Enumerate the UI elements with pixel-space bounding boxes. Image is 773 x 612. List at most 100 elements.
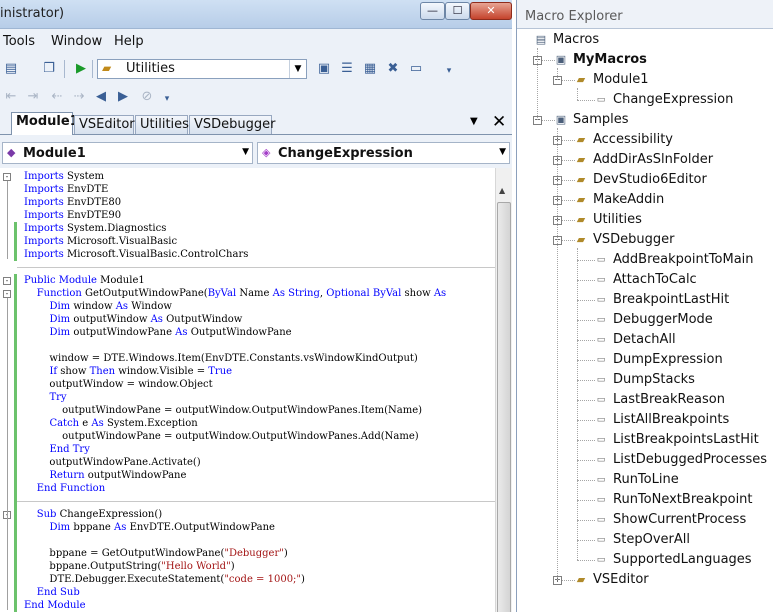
next-bookmark-icon[interactable]: ▶	[114, 88, 132, 106]
run-icon[interactable]: ▶	[72, 60, 90, 78]
tab-vsdebugger[interactable]: VSDebugger	[189, 115, 276, 134]
class-name-combo[interactable]: ◆ Module1 ▼	[2, 142, 253, 164]
code-token: EnvDTE90	[63, 210, 122, 221]
tree-item-attachtocalc[interactable]: ▭ AttachToCalc	[517, 270, 773, 290]
comment-icon[interactable]: ⇠	[48, 88, 66, 106]
code-line: Imports Microsoft.VisualBasic	[24, 235, 177, 248]
method-separator	[17, 267, 495, 268]
code-token: e	[79, 418, 92, 429]
toolbox-icon[interactable]: ✖	[384, 60, 402, 78]
tree-item-adddirasslnfolder[interactable]: + ▰ AddDirAsSlnFolder	[517, 150, 773, 170]
tree-item-makeaddin[interactable]: + ▰ MakeAddin	[517, 190, 773, 210]
tree-item-accessibility[interactable]: + ▰ Accessibility	[517, 130, 773, 150]
tab-utilities[interactable]: Utilities	[135, 115, 189, 134]
tab-vseditor[interactable]: VSEditor	[74, 115, 135, 134]
tab-module1[interactable]: Module1	[11, 112, 79, 135]
code-line: Try	[24, 391, 66, 404]
project-combo[interactable]: ▰ Utilities ▼	[97, 59, 307, 79]
keyword-token: As	[114, 522, 127, 533]
properties-icon[interactable]: ☰	[338, 60, 356, 78]
keyword-token: Imports	[24, 197, 64, 208]
tree-item-label: BreakpointLastHit	[613, 292, 730, 307]
tree-item-addbreakpointtomain[interactable]: ▭ AddBreakpointToMain	[517, 250, 773, 270]
keyword-token: ByVal	[207, 288, 237, 299]
code-editor[interactable]: ---- Imports SystemImports EnvDTEImports…	[0, 168, 495, 612]
chevron-down-icon[interactable]: ▼	[499, 147, 506, 157]
code-line: End Sub	[24, 586, 80, 599]
tree-item-listbreakpointslasthit[interactable]: ▭ ListBreakpointsLastHit	[517, 430, 773, 450]
tree-item-listdebuggedprocesses[interactable]: ▭ ListDebuggedProcesses	[517, 450, 773, 470]
indent-icon[interactable]: ⇥	[24, 88, 42, 106]
command-window-icon[interactable]: ▭	[407, 60, 425, 78]
object-browser-icon[interactable]: ▦	[361, 60, 379, 78]
tree-item-utilities[interactable]: + ▰ Utilities	[517, 210, 773, 230]
tree-item-dumpstacks[interactable]: ▭ DumpStacks	[517, 370, 773, 390]
minimize-button[interactable]: —	[420, 2, 445, 20]
module-icon: ▰	[576, 133, 586, 146]
collapse-region-icon[interactable]: -	[3, 173, 11, 181]
menu-help[interactable]: Help	[114, 34, 144, 49]
tree-item-listallbreakpoints[interactable]: ▭ ListAllBreakpoints	[517, 410, 773, 430]
maximize-button[interactable]: ☐	[445, 2, 470, 20]
tree-item-changeexpression[interactable]: ▭ ChangeExpression	[517, 90, 773, 110]
vertical-scrollbar[interactable]: ▲	[495, 168, 512, 612]
outdent-icon[interactable]: ⇤	[2, 88, 20, 106]
code-token: outputWindowPane	[84, 470, 187, 481]
scrollbar-thumb[interactable]	[497, 202, 511, 612]
chevron-down-icon[interactable]: ▼	[289, 60, 306, 78]
menu-window[interactable]: Window	[51, 34, 102, 49]
code-line: If show Then window.Visible = True	[24, 365, 232, 378]
tree-item-samples[interactable]: − ▣ Samples	[517, 110, 773, 130]
scroll-up-icon[interactable]: ▲	[499, 186, 505, 195]
copy-icon[interactable]: ❐	[40, 60, 58, 78]
chevron-down-icon[interactable]: ▼	[242, 147, 249, 157]
tree-item-devstudio6editor[interactable]: + ▰ DevStudio6Editor	[517, 170, 773, 190]
tree-item-label: SupportedLanguages	[613, 552, 752, 567]
toolbar-overflow-icon[interactable]: ▾	[440, 62, 458, 80]
tree-item-dumpexpression[interactable]: ▭ DumpExpression	[517, 350, 773, 370]
collapse-region-icon[interactable]: -	[3, 277, 11, 285]
code-line: Imports EnvDTE80	[24, 196, 121, 209]
tab-list-dropdown-icon[interactable]: ▼	[470, 116, 478, 127]
tree-item-showcurrentprocess[interactable]: ▭ ShowCurrentProcess	[517, 510, 773, 530]
tree-item-macros[interactable]: ▤ Macros	[517, 30, 773, 50]
outline-guide	[7, 181, 8, 259]
macro-icon: ▭	[596, 555, 606, 565]
menu-tools[interactable]: Tools	[3, 34, 35, 49]
close-button[interactable]: ✕	[470, 2, 512, 20]
save-dropdown-icon[interactable]: ▤	[2, 60, 20, 78]
close-document-icon[interactable]: ✕	[492, 112, 506, 132]
code-line: Dim outputWindow As OutputWindow	[24, 313, 242, 326]
keyword-token: Then	[89, 366, 116, 377]
tree-item-mymacros[interactable]: − ▣ MyMacros	[517, 50, 773, 70]
tree-item-vseditor[interactable]: + ▰ VSEditor	[517, 570, 773, 590]
uncomment-icon[interactable]: ⇢	[70, 88, 88, 106]
tree-item-debuggermode[interactable]: ▭ DebuggerMode	[517, 310, 773, 330]
tree-item-runtoline[interactable]: ▭ RunToLine	[517, 470, 773, 490]
clear-bookmarks-icon[interactable]: ⊘	[138, 88, 156, 106]
code-token: )	[283, 548, 288, 559]
tree-item-stepoverall[interactable]: ▭ StepOverAll	[517, 530, 773, 550]
tree-item-module1[interactable]: − ▰ Module1	[517, 70, 773, 90]
tree-guide-line	[537, 48, 538, 120]
tree-item-vsdebugger[interactable]: − ▰ VSDebugger	[517, 230, 773, 250]
keyword-token: As	[91, 418, 104, 429]
tree-item-label: VSEditor	[593, 572, 649, 587]
code-navigation-bar: ◆ Module1 ▼ ◈ ChangeExpression ▼	[0, 140, 512, 168]
tree-item-breakpointlasthit[interactable]: ▭ BreakpointLastHit	[517, 290, 773, 310]
code-line: Sub ChangeExpression()	[24, 508, 162, 521]
toolbar-overflow-icon[interactable]: ▾	[158, 90, 176, 108]
tree-item-runtonextbreakpoint[interactable]: ▭ RunToNextBreakpoint	[517, 490, 773, 510]
prev-bookmark-icon[interactable]: ◀	[92, 88, 110, 106]
collapse-region-icon[interactable]: -	[3, 290, 11, 298]
method-name-combo[interactable]: ◈ ChangeExpression ▼	[257, 142, 510, 164]
tree-item-lastbreakreason[interactable]: ▭ LastBreakReason	[517, 390, 773, 410]
code-token: Window	[128, 301, 172, 312]
tree-item-label: AddBreakpointToMain	[613, 252, 754, 267]
tree-item-supportedlanguages[interactable]: ▭ SupportedLanguages	[517, 550, 773, 570]
solution-explorer-icon[interactable]: ▣	[315, 60, 333, 78]
tree-item-detachall[interactable]: ▭ DetachAll	[517, 330, 773, 350]
